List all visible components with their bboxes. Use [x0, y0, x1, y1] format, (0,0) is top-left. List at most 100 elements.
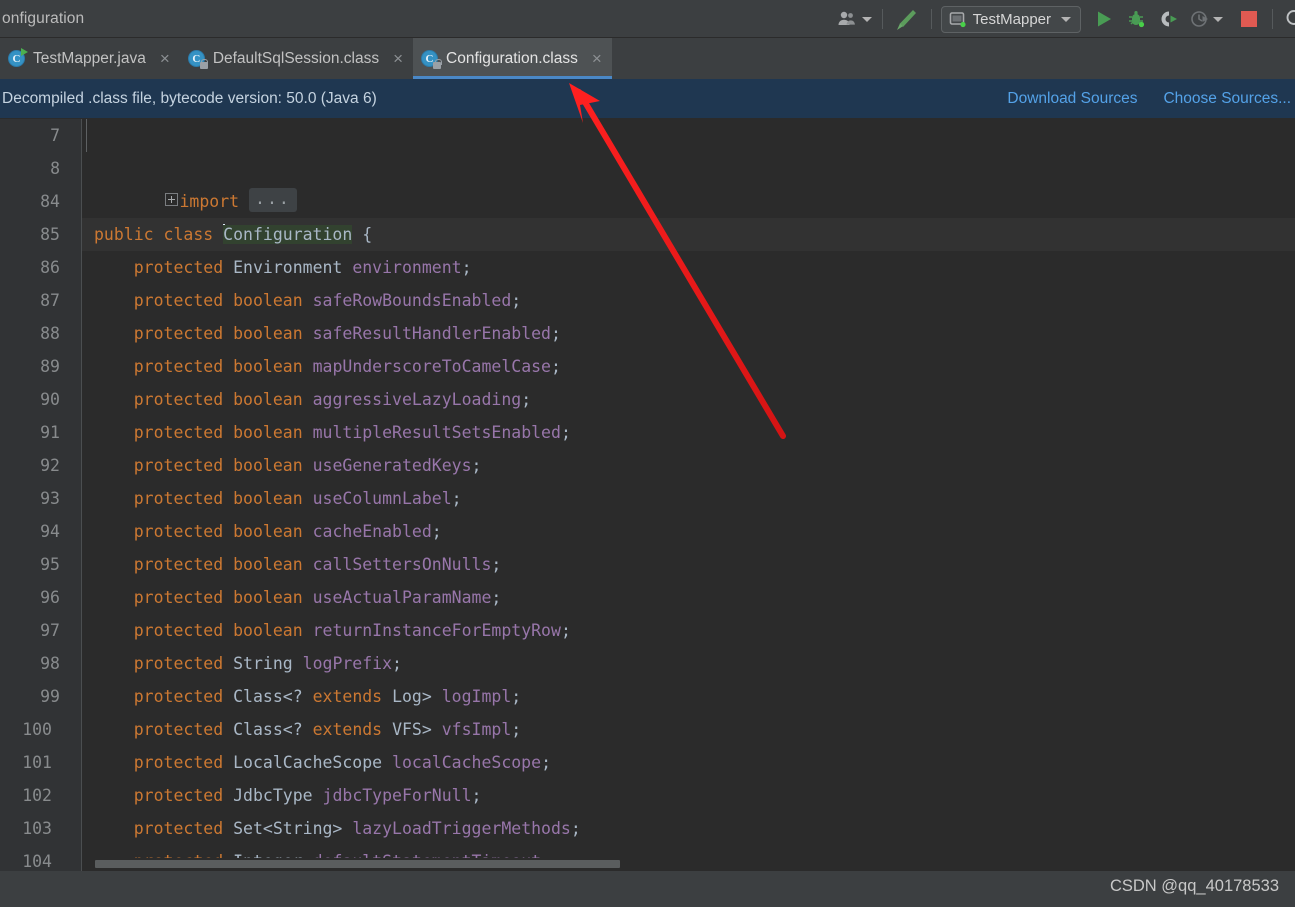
code-line-8[interactable]: import ...: [82, 152, 1295, 212]
code-line-96[interactable]: protected boolean useActualParamName;: [82, 581, 1295, 614]
field-type: boolean: [233, 621, 303, 640]
field-name: lazyLoadTriggerMethods: [352, 819, 571, 838]
field-type-bound: VFS>: [392, 720, 432, 739]
field-type: boolean: [233, 390, 303, 409]
idea-window: onfiguration TestMapper C TestMapper.jav…: [0, 0, 1295, 907]
field-type: boolean: [233, 324, 303, 343]
code-line-88[interactable]: protected boolean safeResultHandlerEnabl…: [82, 317, 1295, 350]
field-name: callSettersOnNulls: [312, 555, 492, 574]
field-type: Set<String>: [233, 819, 343, 838]
run-configuration-selector[interactable]: TestMapper: [940, 5, 1081, 33]
modifier-keyword: protected: [133, 720, 224, 739]
choose-sources-link[interactable]: Choose Sources...: [1163, 90, 1291, 108]
code-line-89[interactable]: protected boolean mapUnderscoreToCamelCa…: [82, 350, 1295, 383]
run-with-coverage-button[interactable]: [1155, 4, 1181, 34]
code-line-99[interactable]: protected Class<? extends Log> logImpl;: [82, 680, 1295, 713]
code-line-85[interactable]: public class Configuration {: [82, 218, 1295, 251]
code-line-93[interactable]: protected boolean useColumnLabel;: [82, 482, 1295, 515]
build-button[interactable]: [890, 4, 922, 34]
field-name: logPrefix: [302, 654, 393, 673]
code-line-100[interactable]: protected Class<? extends VFS> vfsImpl;: [82, 713, 1295, 746]
code-line-95[interactable]: protected boolean callSettersOnNulls;: [82, 548, 1295, 581]
modifier-keyword: protected: [133, 390, 224, 409]
code-line-91[interactable]: protected boolean multipleResultSetsEnab…: [82, 416, 1295, 449]
horizontal-scrollbar-track[interactable]: [82, 858, 1295, 871]
editor-tab-label: Configuration.class: [446, 49, 578, 67]
line-number: 96: [40, 588, 60, 607]
modifier-keyword: protected: [133, 786, 224, 805]
modifier-keyword: protected: [133, 489, 224, 508]
application-window-icon: [949, 11, 966, 27]
field-name: safeResultHandlerEnabled: [312, 324, 551, 343]
field-name: multipleResultSetsEnabled: [312, 423, 561, 442]
code-content[interactable]: import ... public class Configuration { …: [82, 119, 1295, 871]
semicolon: ;: [392, 654, 402, 673]
field-name: aggressiveLazyLoading: [312, 390, 522, 409]
editor-tab-defaultsqlsession-class[interactable]: C DefaultSqlSession.class ×: [180, 38, 413, 79]
editor-tab-label: TestMapper.java: [33, 49, 146, 67]
code-editor[interactable]: 7 8 84 85 86 87 88 89 90 91 92 93 94 95 …: [0, 119, 1295, 871]
semicolon: ;: [551, 357, 561, 376]
field-type: boolean: [233, 456, 303, 475]
editor-tab-bar: C TestMapper.java × C DefaultSqlSession.…: [0, 38, 1295, 79]
code-line-102[interactable]: protected JdbcType jdbcTypeForNull;: [82, 779, 1295, 812]
editor-tab-configuration-class[interactable]: C Configuration.class ×: [413, 38, 612, 79]
field-name: vfsImpl: [441, 720, 512, 739]
download-sources-link[interactable]: Download Sources: [1007, 90, 1137, 108]
code-line-87[interactable]: protected boolean safeRowBoundsEnabled;: [82, 284, 1295, 317]
semicolon: ;: [461, 258, 472, 277]
close-icon[interactable]: ×: [393, 50, 403, 67]
modifier-keyword: protected: [133, 522, 224, 541]
code-line-90[interactable]: protected boolean aggressiveLazyLoading;: [82, 383, 1295, 416]
semicolon: ;: [551, 324, 561, 343]
horizontal-scrollbar-thumb[interactable]: [95, 860, 620, 868]
semicolon: ;: [560, 423, 571, 442]
code-line-98[interactable]: protected String logPrefix;: [82, 647, 1295, 680]
code-line-86[interactable]: protected Environment environment;: [82, 251, 1295, 284]
search-everywhere-button[interactable]: [1281, 4, 1295, 34]
debug-button[interactable]: [1123, 4, 1149, 34]
line-number: 86: [40, 258, 60, 277]
modifier-keyword: protected: [133, 819, 224, 838]
line-number: 93: [40, 489, 60, 508]
field-type: JdbcType: [233, 786, 313, 805]
semicolon: ;: [560, 621, 571, 640]
editor-tab-testmapper-java[interactable]: C TestMapper.java ×: [0, 38, 180, 79]
modifier-keyword: protected: [133, 291, 224, 310]
toolbar-separator: [881, 9, 883, 29]
line-number-gutter[interactable]: 7 8 84 85 86 87 88 89 90 91 92 93 94 95 …: [0, 119, 87, 871]
line-number: 104: [22, 852, 52, 871]
field-type: Environment: [233, 258, 343, 277]
line-number: 90: [40, 390, 60, 409]
notification-message: Decompiled .class file, bytecode version…: [2, 89, 377, 107]
line-number: 99: [40, 687, 60, 706]
code-line-84[interactable]: [82, 185, 1295, 218]
chevron-down-icon: [1061, 16, 1071, 22]
semicolon: ;: [471, 786, 482, 805]
toolbar-separator-2: [930, 9, 932, 29]
stop-button[interactable]: [1236, 4, 1262, 34]
code-line-7[interactable]: [82, 119, 1295, 152]
close-icon[interactable]: ×: [592, 50, 602, 67]
decompiled-notification-bar: Decompiled .class file, bytecode version…: [0, 79, 1295, 119]
profiler-icon: [1191, 11, 1208, 27]
code-line-97[interactable]: protected boolean returnInstanceForEmpty…: [82, 614, 1295, 647]
chevron-down-icon: [1213, 16, 1223, 22]
field-type: boolean: [233, 489, 303, 508]
coverage-icon: [1161, 11, 1177, 27]
code-line-103[interactable]: protected Set<String> lazyLoadTriggerMet…: [82, 812, 1295, 845]
profiler-button[interactable]: [1187, 4, 1226, 34]
user-icon: [838, 11, 855, 25]
line-number: 102: [22, 786, 52, 805]
code-line-101[interactable]: protected LocalCacheScope localCacheScop…: [82, 746, 1295, 779]
code-line-92[interactable]: protected boolean useGeneratedKeys;: [82, 449, 1295, 482]
semicolon: ;: [491, 588, 502, 607]
code-line-94[interactable]: protected boolean cacheEnabled;: [82, 515, 1295, 548]
toolbar-separator-3: [1272, 9, 1273, 29]
close-icon[interactable]: ×: [160, 50, 170, 67]
line-number: 85: [40, 225, 60, 244]
field-type: boolean: [233, 555, 303, 574]
run-button[interactable]: [1091, 4, 1117, 34]
vcs-user-button[interactable]: [834, 4, 875, 34]
field-name: useColumnLabel: [312, 489, 452, 508]
